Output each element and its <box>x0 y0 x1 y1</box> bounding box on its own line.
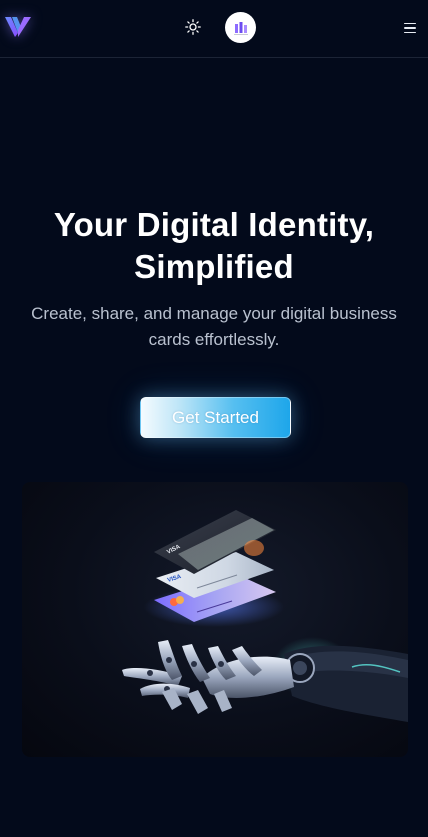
sun-icon[interactable] <box>184 18 202 36</box>
robot-hand <box>122 637 408 722</box>
top-nav <box>0 0 428 58</box>
get-started-button[interactable]: Get Started <box>140 397 291 438</box>
avatar[interactable] <box>225 12 256 43</box>
hero-title: Your Digital Identity, Simplified <box>0 204 428 288</box>
brand-avatar-icon <box>233 21 248 35</box>
brand-logo-icon[interactable] <box>4 13 32 39</box>
hamburger-menu-icon[interactable] <box>404 20 420 36</box>
hero-subtitle: Create, share, and manage your digital b… <box>31 304 397 349</box>
hero-title-line-2: Simplified <box>134 248 294 285</box>
hero-title-line-1: Your Digital Identity, <box>53 206 375 243</box>
hero-illustration: VISA VISA <box>22 482 408 757</box>
page: Your Digital Identity, Simplified Create… <box>0 0 428 837</box>
